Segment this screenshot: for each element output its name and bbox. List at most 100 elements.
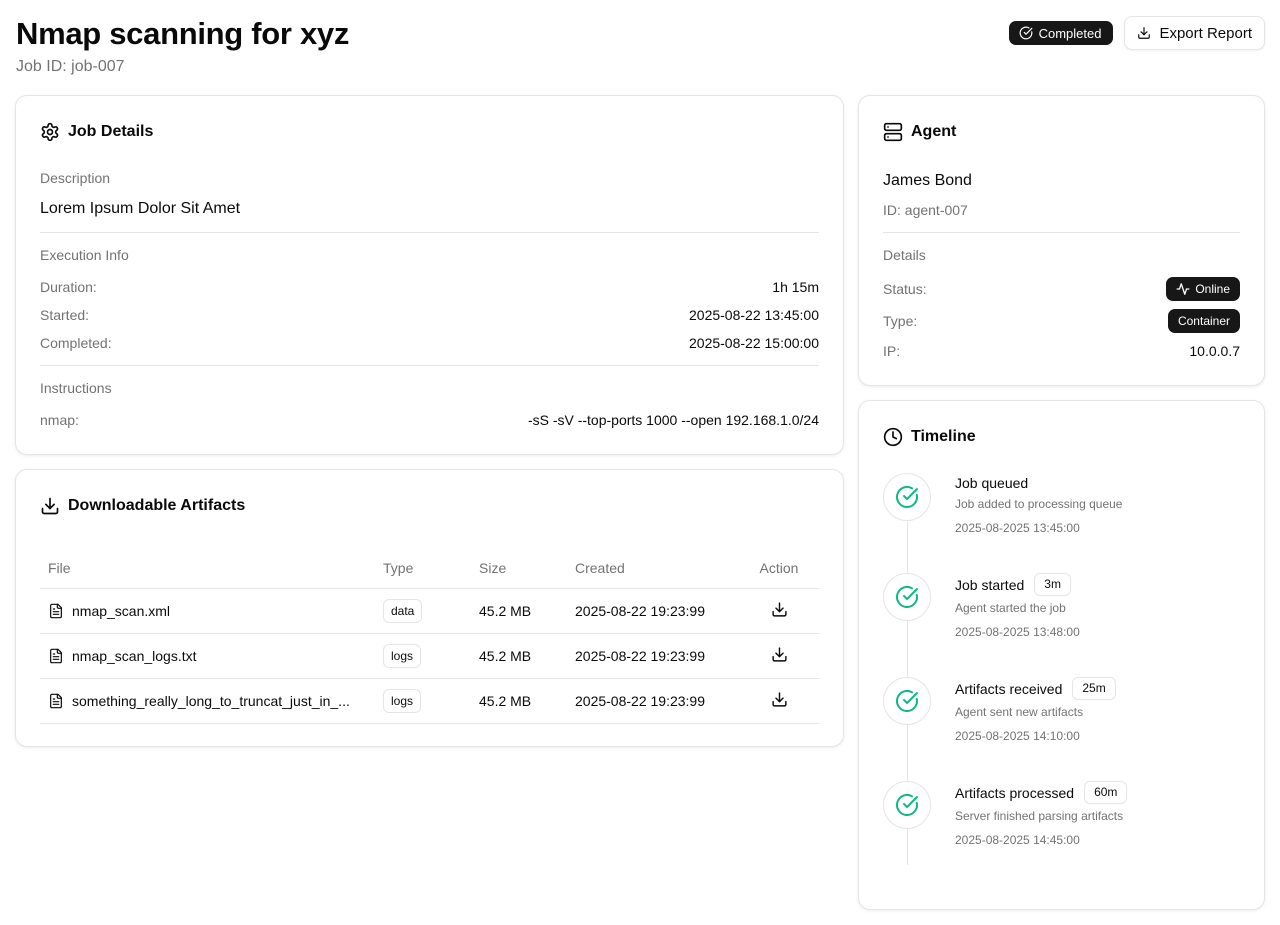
file-icon bbox=[48, 603, 64, 619]
download-icon bbox=[771, 691, 787, 707]
file-created: 2025-08-22 19:23:99 bbox=[567, 678, 739, 724]
job-details-title: Job Details bbox=[68, 123, 154, 140]
description-value: Lorem Ipsum Dolor Sit Amet bbox=[40, 200, 241, 217]
download-button[interactable] bbox=[771, 646, 788, 663]
status-badge-label: Completed bbox=[1038, 25, 1102, 41]
container-badge: Container bbox=[1167, 309, 1240, 333]
started-label: Started: bbox=[40, 307, 90, 323]
status-label: Status: bbox=[883, 281, 927, 297]
nmap-args: -sS -sV --top-ports 1000 --open 192.168.… bbox=[527, 412, 819, 428]
agent-name: James Bond bbox=[883, 172, 972, 189]
job-details-card: Job Details Description Lorem Ipsum Dolo… bbox=[15, 95, 844, 455]
agent-title: Agent bbox=[911, 123, 957, 140]
download-button[interactable] bbox=[771, 601, 788, 618]
file-icon bbox=[48, 693, 64, 709]
activity-icon bbox=[1176, 282, 1190, 296]
header-actions: Completed Export Report bbox=[1008, 16, 1265, 50]
circle-check-icon bbox=[896, 689, 918, 712]
circle-check-icon bbox=[896, 793, 918, 816]
download-button[interactable] bbox=[771, 691, 788, 708]
completed-value: 2025-08-22 15:00:00 bbox=[689, 335, 819, 351]
timeline-event: Job queued Job added to processing queue… bbox=[883, 473, 1240, 563]
file-cell: nmap_scan.xml bbox=[48, 603, 367, 619]
file-name: nmap_scan_logs.txt bbox=[72, 647, 197, 664]
instructions-label: Instructions bbox=[40, 380, 112, 396]
duration-label: Duration: bbox=[40, 279, 97, 295]
server-icon bbox=[883, 122, 903, 142]
agent-type-row: Type: Container bbox=[883, 309, 1240, 333]
table-row: something_really_long_to_truncat_just_in… bbox=[40, 678, 819, 724]
online-badge: Online bbox=[1166, 277, 1240, 301]
event-time: 2025-08-2025 14:45:00 bbox=[955, 833, 1080, 847]
agent-header: Agent bbox=[883, 122, 956, 142]
event-time: 2025-08-2025 13:45:00 bbox=[955, 521, 1080, 535]
artifacts-card: Downloadable Artifacts File Type Size Cr… bbox=[15, 469, 844, 747]
divider bbox=[40, 232, 819, 233]
export-report-button[interactable]: Export Report bbox=[1124, 16, 1265, 50]
column-header-file: File bbox=[40, 548, 375, 589]
nmap-row: nmap: -sS -sV --top-ports 1000 --open 19… bbox=[40, 412, 819, 428]
table-row: nmap_scan_logs.txt logs 45.2 MB 2025-08-… bbox=[40, 633, 819, 679]
type-label: Type: bbox=[883, 313, 918, 329]
artifacts-header: Downloadable Artifacts bbox=[40, 496, 245, 516]
event-title: Artifacts processed bbox=[955, 784, 1075, 801]
artifacts-title: Downloadable Artifacts bbox=[68, 497, 246, 514]
circle-check-icon bbox=[896, 485, 918, 508]
event-status-circle bbox=[883, 677, 931, 725]
timeline-title: Timeline bbox=[911, 428, 976, 445]
started-value: 2025-08-22 13:45:00 bbox=[689, 307, 819, 323]
agent-id: ID: agent-007 bbox=[883, 202, 968, 218]
column-header-size: Size bbox=[471, 548, 567, 589]
event-duration-badge: 25m bbox=[1072, 677, 1116, 700]
event-time: 2025-08-2025 14:10:00 bbox=[955, 729, 1080, 743]
download-icon bbox=[771, 646, 787, 662]
ip-value: 10.0.0.7 bbox=[1189, 343, 1240, 359]
timeline-header: Timeline bbox=[883, 427, 976, 447]
divider bbox=[883, 232, 1240, 233]
event-description: Job added to processing queue bbox=[955, 497, 1123, 511]
download-icon bbox=[40, 496, 60, 516]
file-cell: nmap_scan_logs.txt bbox=[48, 648, 367, 664]
type-badge: logs bbox=[383, 688, 422, 713]
export-report-label: Export Report bbox=[1159, 24, 1252, 42]
file-size: 45.2 MB bbox=[471, 678, 567, 724]
online-badge-label: Online bbox=[1195, 282, 1230, 296]
timeline-event: Job started 3m Agent started the job 202… bbox=[883, 573, 1240, 663]
event-title: Job started bbox=[955, 576, 1025, 593]
agent-ip-row: IP: 10.0.0.7 bbox=[883, 343, 1240, 359]
event-title: Job queued bbox=[955, 475, 1029, 491]
completed-label: Completed: bbox=[40, 335, 112, 351]
execution-info-label: Execution Info bbox=[40, 247, 129, 263]
divider bbox=[40, 365, 819, 366]
event-time: 2025-08-2025 13:48:00 bbox=[955, 625, 1080, 639]
table-header-row: File Type Size Created Action bbox=[40, 548, 819, 589]
job-details-header: Job Details bbox=[40, 122, 153, 142]
page-header: Nmap scanning for xyz Job ID: job-007 Co… bbox=[16, 14, 1265, 84]
event-status-circle bbox=[883, 781, 931, 829]
file-icon bbox=[48, 648, 64, 664]
artifacts-table: File Type Size Created Action nmap_scan.… bbox=[40, 548, 819, 724]
event-title: Artifacts received bbox=[955, 680, 1063, 697]
download-icon bbox=[1137, 26, 1151, 40]
event-head: Job started 3m bbox=[955, 573, 1071, 596]
clock-icon bbox=[883, 427, 903, 447]
download-icon bbox=[771, 601, 787, 617]
type-badge: data bbox=[383, 598, 423, 623]
column-header-type: Type bbox=[375, 548, 471, 589]
file-cell: something_really_long_to_truncat_just_in… bbox=[48, 693, 367, 709]
timeline-event: Artifacts received 25m Agent sent new ar… bbox=[883, 677, 1240, 767]
completed-row: Completed: 2025-08-22 15:00:00 bbox=[40, 335, 819, 351]
file-size: 45.2 MB bbox=[471, 588, 567, 634]
event-head: Artifacts processed 60m bbox=[955, 781, 1128, 804]
circle-check-icon bbox=[896, 585, 918, 608]
event-description: Server finished parsing artifacts bbox=[955, 809, 1124, 823]
description-label: Description bbox=[40, 170, 111, 186]
file-created: 2025-08-22 19:23:99 bbox=[567, 588, 739, 634]
event-status-circle bbox=[883, 473, 931, 521]
event-head: Artifacts received 25m bbox=[955, 677, 1116, 700]
event-description: Agent sent new artifacts bbox=[955, 705, 1084, 719]
type-badge: logs bbox=[383, 643, 422, 668]
event-status-circle bbox=[883, 573, 931, 621]
agent-card: Agent James Bond ID: agent-007 Details S… bbox=[858, 95, 1265, 386]
file-created: 2025-08-22 19:23:99 bbox=[567, 633, 739, 679]
